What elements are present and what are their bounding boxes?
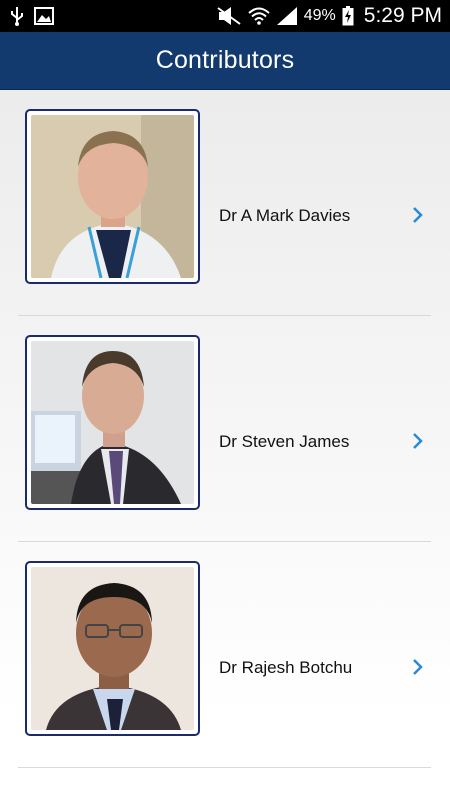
mute-icon	[216, 6, 242, 26]
image-icon	[34, 7, 54, 25]
battery-percent: 49%	[303, 7, 336, 24]
chevron-right-icon[interactable]	[409, 656, 427, 678]
app-bar: Contributors	[0, 32, 450, 90]
list-item[interactable]: Dr A Mark Davies	[0, 90, 450, 316]
list-item[interactable]: Dr Steven James	[0, 316, 450, 542]
usb-icon	[10, 6, 24, 26]
contributor-photo-frame	[25, 335, 200, 510]
contributor-name: Dr Steven James	[219, 432, 350, 451]
battery-charging-icon	[342, 6, 354, 26]
contributor-photo	[31, 115, 194, 278]
list-item[interactable]: Dr Rajesh Botchu	[0, 542, 450, 768]
status-left-icons	[10, 6, 54, 26]
contributor-photo	[31, 341, 194, 504]
status-bar: 49% 5:29 PM	[0, 0, 450, 32]
page-title: Contributors	[155, 46, 295, 74]
contributor-list: Dr A Mark Davies Dr Steven James Dr Raje…	[0, 90, 450, 768]
contributor-photo-frame	[25, 109, 200, 284]
contributor-name: Dr A Mark Davies	[219, 206, 351, 225]
chevron-right-icon[interactable]	[409, 430, 427, 452]
wifi-icon	[248, 7, 270, 25]
contributor-photo-frame	[25, 561, 200, 736]
signal-icon	[276, 6, 298, 26]
chevron-right-icon[interactable]	[409, 204, 427, 226]
contributor-photo	[31, 567, 194, 730]
clock: 5:29 PM	[363, 4, 442, 27]
contributor-name: Dr Rajesh Botchu	[219, 658, 353, 677]
status-right-icons: 49% 5:29 PM	[216, 4, 442, 28]
divider	[18, 767, 431, 768]
